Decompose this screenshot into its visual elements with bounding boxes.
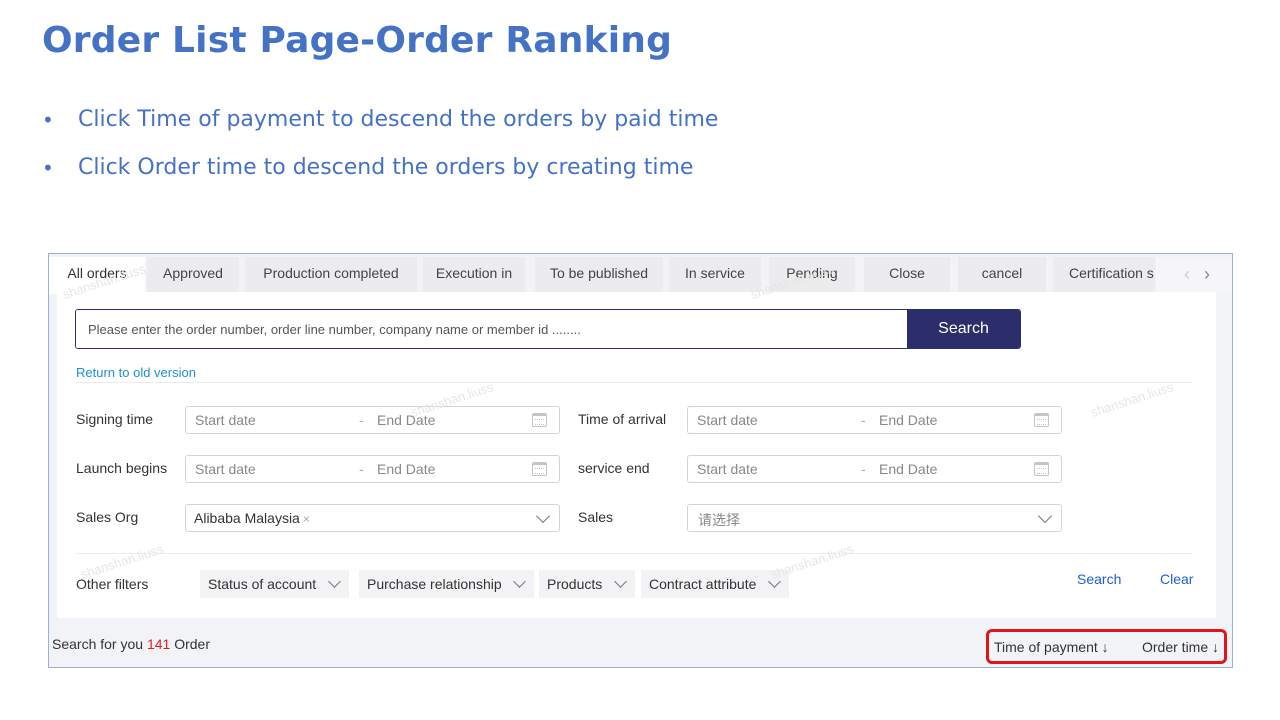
tab-execution-in[interactable]: Execution in — [423, 257, 525, 294]
start-date-placeholder: Start date — [697, 461, 758, 477]
search-button[interactable]: Search — [907, 310, 1020, 348]
tab-in-service[interactable]: In service — [669, 257, 761, 294]
status-tabs: All orders Approved Production completed… — [49, 254, 1232, 294]
contract-attribute-filter[interactable]: Contract attribute — [641, 570, 789, 598]
close-icon[interactable]: × — [303, 512, 310, 526]
chevron-right-icon[interactable]: › — [1204, 264, 1210, 285]
tab-all-orders[interactable]: All orders — [49, 257, 145, 294]
chevron-down-icon — [513, 575, 526, 588]
bullet-list: • Click Time of payment to descend the or… — [42, 102, 718, 198]
calendar-icon — [532, 413, 547, 427]
selected-tag: Alibaba Malaysia × — [194, 510, 310, 526]
result-suffix: Order — [174, 636, 210, 652]
search-input[interactable] — [76, 310, 907, 348]
end-date-placeholder: End Date — [377, 461, 436, 477]
products-filter[interactable]: Products — [539, 570, 635, 598]
tab-close[interactable]: Close — [864, 257, 950, 294]
range-dash: - — [861, 461, 866, 477]
status-of-account-filter[interactable]: Status of account — [200, 570, 349, 598]
calendar-icon — [1034, 462, 1049, 476]
service-end-label: service end — [578, 460, 650, 476]
bullet-item: • Click Time of payment to descend the or… — [42, 102, 718, 150]
range-dash: - — [861, 412, 866, 428]
tab-approved[interactable]: Approved — [147, 257, 239, 294]
start-date-placeholder: Start date — [195, 461, 256, 477]
time-of-arrival-label: Time of arrival — [578, 411, 667, 427]
bullet-dot: • — [42, 108, 54, 132]
chevron-down-icon — [1037, 508, 1053, 524]
range-dash: - — [359, 412, 364, 428]
search-bar: Search — [75, 309, 1021, 349]
launch-begins-range[interactable]: Start date - End Date — [185, 455, 560, 483]
return-old-version-link[interactable]: Return to old version — [76, 365, 196, 380]
bullet-item: • Click Order time to descend the orders … — [42, 150, 718, 198]
sort-order-time[interactable]: Order time ↓ — [1142, 639, 1219, 655]
sales-org-label: Sales Org — [76, 509, 139, 525]
launch-begins-label: Launch begins — [76, 460, 168, 476]
sales-org-select[interactable]: Alibaba Malaysia × — [185, 504, 560, 532]
time-of-arrival-range[interactable]: Start date - End Date — [687, 406, 1062, 434]
sort-time-of-payment[interactable]: Time of payment ↓ — [994, 639, 1109, 655]
end-date-placeholder: End Date — [377, 412, 436, 428]
filter-chip-label: Products — [547, 576, 603, 592]
selected-tag-label: Alibaba Malaysia — [194, 510, 300, 526]
result-prefix: Search for you — [52, 636, 144, 652]
result-count-number: 141 — [146, 636, 171, 652]
filter-chip-label: Purchase relationship — [367, 576, 502, 592]
end-date-placeholder: End Date — [879, 461, 938, 477]
tab-certification[interactable]: Certification s — [1053, 257, 1155, 294]
signing-time-label: Signing time — [76, 411, 154, 427]
divider — [76, 382, 1193, 383]
filter-chip-label: Contract attribute — [649, 576, 757, 592]
signing-time-range[interactable]: Start date - End Date — [185, 406, 560, 434]
start-date-placeholder: Start date — [195, 412, 256, 428]
chevron-left-icon[interactable]: ‹ — [1184, 264, 1190, 285]
slide-title: Order List Page-Order Ranking — [42, 20, 673, 61]
other-filters-label: Other filters — [76, 576, 149, 592]
calendar-icon — [1034, 413, 1049, 427]
tab-pending[interactable]: Pending — [769, 257, 855, 294]
bullet-dot: • — [42, 156, 54, 180]
purchase-relationship-filter[interactable]: Purchase relationship — [359, 570, 534, 598]
bullet-text: Click Order time to descend the orders b… — [78, 155, 694, 180]
sales-label: Sales — [578, 509, 614, 525]
result-count: Search for you 141 Order — [52, 636, 210, 652]
chevron-down-icon — [535, 508, 551, 524]
filter-chip-label: Status of account — [208, 576, 317, 592]
bullet-text: Click Time of payment to descend the ord… — [78, 107, 719, 132]
end-date-placeholder: End Date — [879, 412, 938, 428]
chevron-down-icon — [614, 575, 627, 588]
calendar-icon — [532, 462, 547, 476]
range-dash: - — [359, 461, 364, 477]
chevron-down-icon — [328, 575, 341, 588]
tab-production-completed[interactable]: Production completed — [245, 257, 417, 294]
tab-cancel[interactable]: cancel — [958, 257, 1046, 294]
tab-scroll-controls: ‹ › — [1156, 257, 1232, 292]
chevron-down-icon — [768, 575, 781, 588]
sort-highlight-box: Time of payment ↓ Order time ↓ — [986, 629, 1227, 664]
filters-clear-link[interactable]: Clear — [1160, 571, 1193, 587]
tab-to-be-published[interactable]: To be published — [535, 257, 663, 294]
sales-placeholder: 请选择 — [698, 512, 740, 528]
divider — [76, 553, 1193, 554]
sales-select[interactable]: 请选择 — [687, 504, 1062, 532]
service-end-range[interactable]: Start date - End Date — [687, 455, 1062, 483]
filters-search-link[interactable]: Search — [1077, 571, 1121, 587]
start-date-placeholder: Start date — [697, 412, 758, 428]
order-list-screenshot: All orders Approved Production completed… — [48, 253, 1233, 668]
